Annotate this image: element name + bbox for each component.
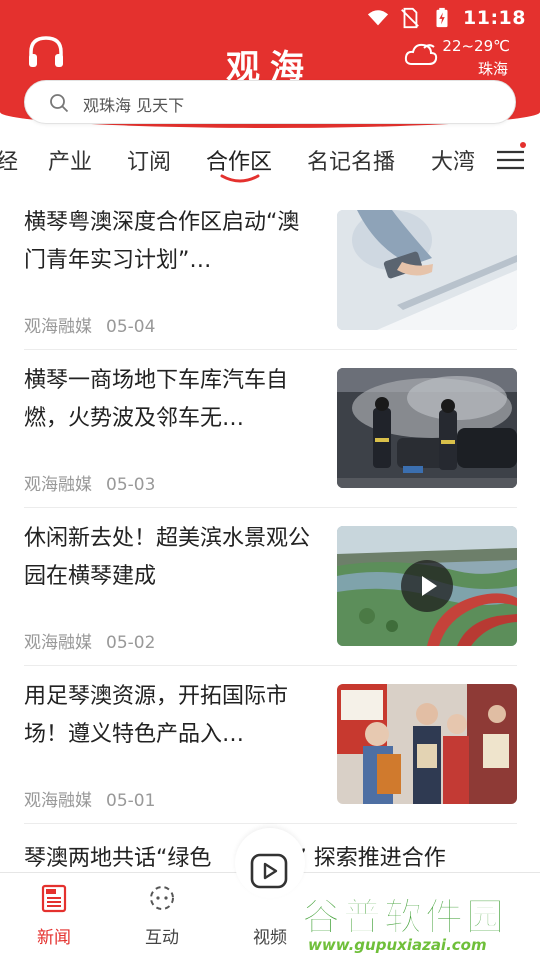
news-title: 横琴一商场地下车库汽车自燃，火势波及邻车无… [24, 368, 289, 431]
hand-phone-laptop-photo [337, 210, 517, 330]
tab-greater-bay[interactable]: 大湾 [431, 144, 475, 176]
notification-dot [520, 142, 526, 148]
weather-widget[interactable]: 22~29℃ 珠海 [405, 37, 510, 79]
battery-charging-icon [436, 7, 448, 28]
news-source: 观海融媒 [24, 791, 92, 811]
news-meta: 观海融媒 05-04 [24, 312, 155, 337]
status-bar: 11:18 [0, 0, 540, 36]
news-source: 观海融媒 [24, 633, 92, 653]
watermark-text: 谷普软件园 [301, 895, 508, 940]
list-item[interactable]: 横琴一商场地下车库汽车自燃，火势波及邻车无… 观海融媒 05-03 [24, 350, 517, 508]
nav-news-label: 新闻 [37, 928, 71, 948]
weather-city: 珠海 [477, 60, 508, 78]
news-title: 横琴粤澳深度合作区启动“澳门青年实习计划”… [24, 210, 300, 273]
search-icon [50, 94, 69, 113]
news-title: 休闲新去处！超美滨水景观公园在横琴建成 [24, 526, 311, 589]
partial-news-title-left: 琴澳两地共话“绿色 [24, 846, 212, 871]
list-item[interactable]: 横琴粤澳深度合作区启动“澳门青年实习计划”… 观海融媒 05-04 [24, 192, 517, 350]
list-item[interactable]: 休闲新去处！超美滨水景观公园在横琴建成 观海融媒 05-02 [24, 508, 517, 666]
news-date: 05-02 [106, 633, 156, 653]
product-promotion-photo [337, 684, 517, 804]
search-input[interactable]: 观珠海 见天下 [24, 80, 516, 124]
watermark-url: www.gupuxiazai.com [308, 936, 487, 954]
news-meta: 观海融媒 05-03 [24, 470, 155, 495]
news-thumbnail [337, 684, 517, 804]
status-time: 11:18 [463, 7, 526, 29]
news-title: 用足琴澳资源，开拓国际市场！遵义特色产品入… [24, 684, 289, 747]
tab-famous-reporters[interactable]: 名记名播 [307, 144, 395, 176]
firefighters-car-fire-photo [337, 368, 517, 488]
tab-economy[interactable]: 经 [0, 144, 18, 176]
active-tab-indicator [220, 174, 260, 183]
news-thumbnail[interactable] [337, 526, 517, 646]
play-button[interactable] [401, 560, 453, 612]
tab-cooperation-zone[interactable]: 合作区 [206, 144, 272, 176]
nav-news[interactable]: 新闻 [14, 883, 94, 948]
watermark: 谷普软件园 www.gupuxiazai.com [296, 884, 540, 960]
news-date: 05-04 [106, 317, 156, 337]
news-date: 05-01 [106, 791, 156, 811]
nav-interaction[interactable]: 互动 [122, 883, 202, 948]
news-meta: 观海融媒 05-02 [24, 628, 155, 653]
weather-temperature: 22~29℃ [442, 37, 510, 55]
interaction-icon [150, 886, 174, 910]
nav-interaction-label: 互动 [145, 928, 179, 948]
cloud-icon [405, 43, 438, 65]
channel-menu-button[interactable] [494, 142, 528, 176]
video-play-icon [250, 853, 288, 889]
list-item[interactable]: 用足琴澳资源，开拓国际市场！遵义特色产品入… 观海融媒 05-01 [24, 666, 517, 824]
tab-subscribe[interactable]: 订阅 [127, 144, 171, 176]
search-placeholder: 观珠海 见天下 [83, 96, 185, 115]
newspaper-icon [41, 884, 67, 913]
no-sim-icon [401, 7, 419, 29]
wifi-icon [367, 10, 389, 26]
news-meta: 观海融媒 05-01 [24, 786, 155, 811]
news-thumbnail [337, 368, 517, 488]
news-source: 观海融媒 [24, 475, 92, 495]
news-date: 05-03 [106, 475, 156, 495]
video-button[interactable] [235, 828, 305, 898]
tab-industry[interactable]: 产业 [48, 144, 92, 176]
news-source: 观海融媒 [24, 317, 92, 337]
news-thumbnail [337, 210, 517, 330]
category-tabs: 经 产业 订阅 合作区 名记名播 大湾 [0, 138, 540, 188]
